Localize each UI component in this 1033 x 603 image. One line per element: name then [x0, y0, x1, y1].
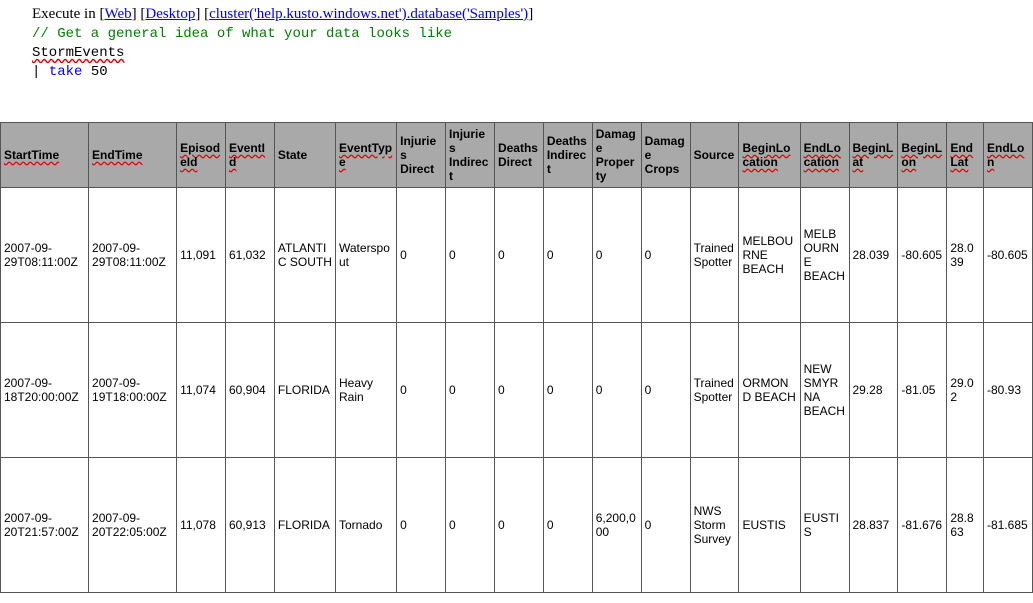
table-cell: 0: [543, 457, 592, 592]
code-pipe: |: [32, 64, 49, 80]
table-cell: EUSTIS: [800, 457, 849, 592]
table-cell: Waterspout: [336, 187, 397, 322]
table-cell: 28.039: [849, 187, 898, 322]
table-cell: 0: [641, 457, 690, 592]
table-cell: 11,074: [177, 322, 226, 457]
execute-line: Execute in [Web] [Desktop] [cluster('hel…: [32, 6, 1025, 23]
table-cell: 2007-09-29T08:11:00Z: [1, 187, 89, 322]
table-cell: 0: [543, 187, 592, 322]
col-header: StartTime: [1, 122, 89, 187]
table-cell: 2007-09-20T22:05:00Z: [89, 457, 177, 592]
table-cell: 0: [397, 322, 446, 457]
table-cell: 0: [397, 187, 446, 322]
table-cell: 60,913: [225, 457, 274, 592]
code-take-kw: take: [49, 64, 83, 80]
table-cell: 6,200,000: [592, 457, 641, 592]
header-row: StartTimeEndTimeEpisodeIdEventIdStateEve…: [1, 122, 1033, 187]
table-row: 2007-09-29T08:11:00Z2007-09-29T08:11:00Z…: [1, 187, 1033, 322]
table-cell: 2007-09-20T21:57:00Z: [1, 457, 89, 592]
table-cell: FLORIDA: [274, 457, 335, 592]
table-cell: Heavy Rain: [336, 322, 397, 457]
col-header: Injuries Indirect: [446, 122, 495, 187]
table-cell: Tornado: [336, 457, 397, 592]
table-body: 2007-09-29T08:11:00Z2007-09-29T08:11:00Z…: [1, 187, 1033, 592]
table-cell: 0: [494, 457, 543, 592]
table-cell: 0: [592, 187, 641, 322]
col-header: BeginLat: [849, 122, 898, 187]
table-cell: 61,032: [225, 187, 274, 322]
link-cluster[interactable]: cluster('help.kusto.windows.net').databa…: [209, 6, 528, 22]
table-cell: MELBOURNE BEACH: [739, 187, 800, 322]
col-header: EndTime: [89, 122, 177, 187]
col-header: State: [274, 122, 335, 187]
table-cell: 0: [543, 322, 592, 457]
col-header: Damage Property: [592, 122, 641, 187]
table-cell: 0: [494, 187, 543, 322]
table-cell: 11,078: [177, 457, 226, 592]
table-cell: 29.28: [849, 322, 898, 457]
table-cell: -81.05: [898, 322, 947, 457]
table-cell: Trained Spotter: [690, 322, 739, 457]
table-cell: 60,904: [225, 322, 274, 457]
col-header: Source: [690, 122, 739, 187]
col-header: EventType: [336, 122, 397, 187]
code-comment: // Get a general idea of what your data …: [32, 26, 452, 42]
table-cell: -80.93: [983, 322, 1032, 457]
table-cell: EUSTIS: [739, 457, 800, 592]
code-block: // Get a general idea of what your data …: [32, 25, 1025, 82]
table-cell: 28.863: [947, 457, 984, 592]
table-cell: 29.02: [947, 322, 984, 457]
execute-prefix: Execute in: [32, 6, 99, 22]
col-header: Injuries Direct: [397, 122, 446, 187]
table-cell: 0: [592, 322, 641, 457]
col-header: BeginLocation: [739, 122, 800, 187]
col-header: EndLon: [983, 122, 1032, 187]
table-cell: -80.605: [898, 187, 947, 322]
table-cell: 2007-09-19T18:00:00Z: [89, 322, 177, 457]
table-cell: FLORIDA: [274, 322, 335, 457]
table-cell: ORMOND BEACH: [739, 322, 800, 457]
table-row: 2007-09-18T20:00:00Z2007-09-19T18:00:00Z…: [1, 322, 1033, 457]
table-cell: NEW SMYRNA BEACH: [800, 322, 849, 457]
table-cell: 28.837: [849, 457, 898, 592]
table-cell: 0: [446, 457, 495, 592]
col-header: Damage Crops: [641, 122, 690, 187]
table-cell: Trained Spotter: [690, 187, 739, 322]
table-cell: NWS Storm Survey: [690, 457, 739, 592]
table-cell: 0: [494, 322, 543, 457]
table-cell: -81.676: [898, 457, 947, 592]
table-cell: 0: [641, 322, 690, 457]
col-header: Deaths Direct: [494, 122, 543, 187]
table-row: 2007-09-20T21:57:00Z2007-09-20T22:05:00Z…: [1, 457, 1033, 592]
table-cell: -80.605: [983, 187, 1032, 322]
table-cell: 0: [446, 187, 495, 322]
table-cell: 0: [397, 457, 446, 592]
link-desktop[interactable]: Desktop: [145, 6, 195, 22]
table-cell: MELBOURNE BEACH: [800, 187, 849, 322]
table-cell: 2007-09-18T20:00:00Z: [1, 322, 89, 457]
table-cell: 2007-09-29T08:11:00Z: [89, 187, 177, 322]
link-web[interactable]: Web: [104, 6, 131, 22]
col-header: EventId: [225, 122, 274, 187]
col-header: EndLat: [947, 122, 984, 187]
results-table: StartTimeEndTimeEpisodeIdEventIdStateEve…: [0, 122, 1033, 593]
table-cell: -81.685: [983, 457, 1032, 592]
code-take-arg: 50: [82, 64, 107, 80]
table-cell: 0: [641, 187, 690, 322]
table-cell: 28.039: [947, 187, 984, 322]
header-area: Execute in [Web] [Desktop] [cluster('hel…: [0, 0, 1033, 86]
table-cell: ATLANTIC SOUTH: [274, 187, 335, 322]
col-header: EndLocation: [800, 122, 849, 187]
table-cell: 0: [446, 322, 495, 457]
code-table: StormEvents: [32, 45, 124, 61]
table-cell: 11,091: [177, 187, 226, 322]
col-header: Deaths Indirect: [543, 122, 592, 187]
col-header: BeginLon: [898, 122, 947, 187]
col-header: EpisodeId: [177, 122, 226, 187]
